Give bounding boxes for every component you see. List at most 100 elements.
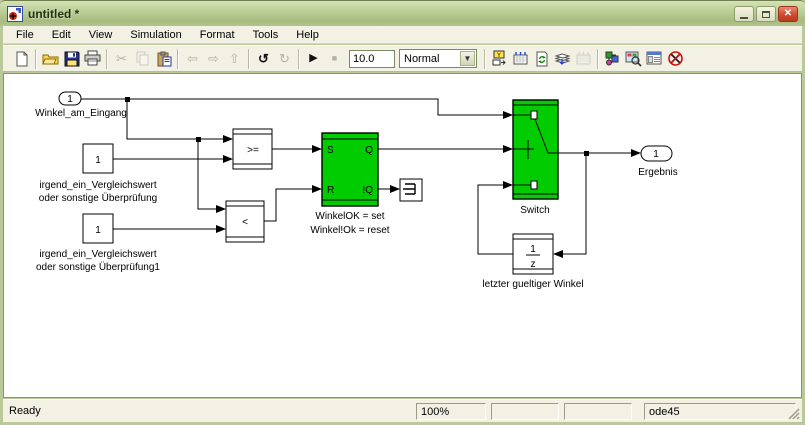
menu-view[interactable]: View bbox=[80, 28, 122, 42]
inport-block-winkel-am-eingang[interactable]: 1 bbox=[59, 92, 81, 105]
paste-button[interactable] bbox=[153, 48, 174, 69]
dropdown-arrow-icon[interactable]: ▼ bbox=[460, 51, 475, 66]
menu-tools[interactable]: Tools bbox=[244, 28, 288, 42]
build-disabled-button[interactable] bbox=[573, 48, 594, 69]
relational-operator-lt-block[interactable]: < bbox=[226, 201, 264, 242]
svg-text:Y: Y bbox=[497, 53, 501, 59]
constant1-block[interactable]: 1 bbox=[83, 144, 113, 173]
model-canvas[interactable]: 1 Winkel_am_Eingang 1 irgend_ein_Verglei… bbox=[3, 73, 802, 398]
back-arrow-icon: ⇦ bbox=[187, 52, 198, 65]
constant2-label-line1: irgend_ein_Vergleichswert bbox=[39, 249, 157, 260]
model-browser-toggle-button[interactable] bbox=[602, 48, 623, 69]
maximize-button[interactable] bbox=[756, 6, 776, 22]
save-floppy-icon bbox=[64, 51, 80, 67]
zoom-level: 100% bbox=[421, 406, 449, 418]
open-model-button[interactable] bbox=[40, 48, 61, 69]
menu-format[interactable]: Format bbox=[191, 28, 244, 42]
signal-line-delay-to-switch[interactable] bbox=[478, 185, 513, 254]
save-model-button[interactable] bbox=[61, 48, 82, 69]
minimize-button[interactable] bbox=[734, 6, 754, 22]
explorer-window-icon bbox=[646, 50, 663, 67]
printer-icon bbox=[84, 50, 101, 67]
sr-flipflop-block[interactable]: S Q R !Q bbox=[322, 133, 378, 206]
build-icon bbox=[512, 50, 529, 67]
debug-button[interactable] bbox=[665, 48, 686, 69]
constant1-label-line1: irgend_ein_Vergleichswert bbox=[39, 180, 157, 191]
undo-button[interactable]: ↺ bbox=[253, 48, 274, 69]
stop-simulation-button[interactable]: ■ bbox=[324, 48, 345, 69]
signal-line-inport-to-switch-top[interactable] bbox=[81, 99, 512, 115]
menu-simulation[interactable]: Simulation bbox=[121, 28, 190, 42]
solver-name: ode45 bbox=[649, 406, 680, 418]
build-disabled-icon bbox=[575, 50, 592, 67]
debug-disabled-icon bbox=[667, 50, 684, 67]
constant2-block[interactable]: 1 bbox=[83, 214, 113, 243]
model-blocks-icon bbox=[604, 50, 621, 67]
port-label-r: R bbox=[327, 185, 334, 196]
sr-flipflop-label-line2: Winkel!Ok = reset bbox=[310, 225, 389, 236]
copy-button[interactable] bbox=[132, 48, 153, 69]
unit-delay-numerator: 1 bbox=[530, 244, 536, 255]
outport-block-ergebnis[interactable]: 1 bbox=[641, 146, 672, 161]
resize-grip[interactable] bbox=[787, 407, 800, 420]
unit-delay-label: letzter gueltiger Winkel bbox=[482, 279, 583, 290]
constant1-value: 1 bbox=[95, 155, 101, 166]
sr-flipflop-label-line1: WinkelOK = set bbox=[315, 211, 384, 222]
forward-arrow-icon: ⇨ bbox=[208, 52, 219, 65]
menu-help[interactable]: Help bbox=[287, 28, 328, 42]
redo-button[interactable]: ↻ bbox=[274, 48, 295, 69]
undo-icon: ↺ bbox=[258, 52, 269, 65]
close-button[interactable]: ✕ bbox=[778, 6, 798, 22]
paste-icon bbox=[156, 51, 172, 67]
port-label-q: Q bbox=[365, 145, 373, 156]
solver-panel: ode45 bbox=[644, 403, 796, 420]
new-model-button[interactable] bbox=[11, 48, 32, 69]
signal-line-lt-to-r[interactable] bbox=[264, 189, 321, 221]
go-up-button[interactable]: ⇧ bbox=[224, 48, 245, 69]
update-diagram-button[interactable] bbox=[531, 48, 552, 69]
print-button[interactable] bbox=[82, 48, 103, 69]
cut-button[interactable]: ✂ bbox=[111, 48, 132, 69]
library-browser-icon bbox=[625, 50, 642, 67]
port-label-nq: !Q bbox=[362, 185, 373, 196]
model-explorer-button[interactable] bbox=[644, 48, 665, 69]
signal-line-branch-to-lt-top[interactable] bbox=[198, 139, 225, 209]
cut-icon: ✂ bbox=[116, 52, 127, 65]
status-panel-empty-2 bbox=[564, 403, 632, 420]
simulation-mode-dropdown[interactable]: Normal ▼ bbox=[399, 49, 477, 68]
terminator-block[interactable] bbox=[400, 179, 422, 201]
simulation-stop-time-input[interactable] bbox=[349, 50, 395, 68]
relational-operator-ge-block[interactable]: >= bbox=[233, 129, 272, 169]
menu-edit[interactable]: Edit bbox=[43, 28, 80, 42]
constant2-label-line2: oder sonstige Überprüfung1 bbox=[36, 261, 160, 273]
navigate-back-button[interactable]: ⇦ bbox=[182, 48, 203, 69]
menu-file[interactable]: File bbox=[7, 28, 43, 42]
stop-icon: ■ bbox=[332, 54, 337, 63]
unit-delay-block[interactable]: 1 z bbox=[513, 234, 553, 274]
junction-dot bbox=[125, 97, 130, 102]
simulink-app-icon bbox=[7, 6, 23, 22]
status-message: Ready bbox=[9, 405, 41, 417]
outport-value: 1 bbox=[653, 149, 659, 160]
zoom-level-panel: 100% bbox=[416, 403, 486, 420]
new-page-icon bbox=[14, 51, 30, 67]
build-all-button[interactable] bbox=[510, 48, 531, 69]
signal-line-branch-to-ge-top[interactable] bbox=[127, 99, 232, 139]
library-stack-icon bbox=[554, 50, 571, 67]
library-browser-button[interactable] bbox=[623, 48, 644, 69]
signal-line-feedback-to-delay[interactable] bbox=[554, 153, 586, 254]
constant1-label-line2: oder sonstige Überprüfung bbox=[39, 192, 157, 204]
relop-lt-symbol: < bbox=[242, 217, 248, 228]
library-stack-button[interactable] bbox=[552, 48, 573, 69]
switch-block[interactable] bbox=[513, 100, 558, 199]
title-bar[interactable]: untitled * ✕ bbox=[0, 0, 805, 26]
toolbar: ✂ ⇦ ⇨ ⇧ ↺ ↻ ▶ ■ Normal ▼ bbox=[3, 45, 802, 72]
start-simulation-button[interactable]: ▶ bbox=[303, 48, 324, 69]
inport-value: 1 bbox=[67, 94, 73, 105]
refresh-page-icon bbox=[534, 51, 550, 67]
output-options-button[interactable]: Y bbox=[489, 48, 510, 69]
junction-dot bbox=[196, 137, 201, 142]
outport-label: Ergebnis bbox=[638, 167, 677, 178]
play-icon: ▶ bbox=[309, 53, 317, 64]
navigate-forward-button[interactable]: ⇨ bbox=[203, 48, 224, 69]
